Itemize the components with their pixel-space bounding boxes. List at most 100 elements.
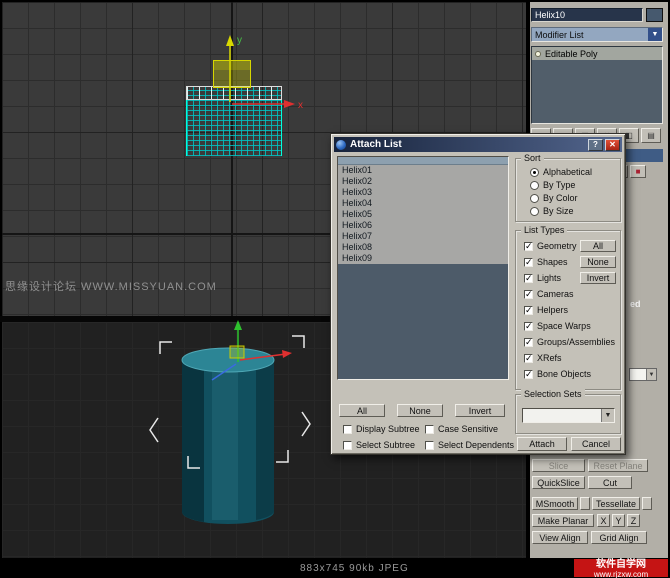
chevron-down-icon[interactable]: ▼ <box>648 28 662 41</box>
object-color-swatch[interactable] <box>646 8 663 22</box>
radio-label: Alphabetical <box>543 167 593 177</box>
planar-x-button[interactable]: X <box>597 514 610 527</box>
checkbox-label: Cameras <box>537 289 574 299</box>
type-cameras[interactable]: Cameras <box>524 289 574 300</box>
close-icon[interactable]: ✕ <box>605 138 620 151</box>
list-item[interactable]: Helix02 <box>338 176 508 187</box>
make-planar-button[interactable]: Make Planar <box>532 514 594 527</box>
gizmo-center-plane[interactable] <box>229 345 245 359</box>
select-none-button[interactable]: None <box>397 404 443 417</box>
msmooth-button[interactable]: MSmooth <box>532 497 578 510</box>
list-item[interactable]: Helix04 <box>338 198 508 209</box>
object-listbox[interactable]: Helix01 Helix02 Helix03 Helix04 Helix05 … <box>337 156 509 380</box>
type-geometry[interactable]: Geometry <box>524 241 577 252</box>
badge-url: www.rjzxw.com <box>593 570 649 578</box>
radio-icon[interactable] <box>530 193 539 203</box>
checkbox-icon[interactable] <box>524 257 533 268</box>
list-item[interactable]: Helix01 <box>338 165 508 176</box>
types-all-button[interactable]: All <box>580 240 616 252</box>
radio-label: By Size <box>543 206 574 216</box>
checkbox-icon[interactable] <box>425 424 434 434</box>
y-axis-arrowhead <box>234 320 242 330</box>
types-invert-button[interactable]: Invert <box>580 272 616 284</box>
type-xrefs[interactable]: XRefs <box>524 353 562 364</box>
modifier-list-dropdown[interactable]: Modifier List ▼ <box>531 27 663 42</box>
checkbox-icon[interactable] <box>524 289 533 300</box>
radio-icon[interactable] <box>530 180 539 190</box>
panel-partial-dropdown[interactable]: ▼ <box>629 368 657 381</box>
type-helpers[interactable]: Helpers <box>524 305 568 316</box>
planar-y-button[interactable]: Y <box>612 514 625 527</box>
select-all-button[interactable]: All <box>339 404 385 417</box>
x-axis-arrow[interactable] <box>239 353 287 361</box>
cut-button[interactable]: Cut <box>588 476 632 489</box>
checkbox-label: Case Sensitive <box>438 424 499 434</box>
sort-group-label: Sort <box>521 153 544 163</box>
checkbox-icon[interactable] <box>524 241 533 252</box>
checkbox-icon[interactable] <box>343 440 352 450</box>
visibility-bulb-icon[interactable] <box>535 50 541 57</box>
radio-label: By Type <box>543 180 576 190</box>
sort-option-by-type[interactable]: By Type <box>530 180 575 190</box>
stack-options-button[interactable]: ▤ <box>641 128 661 143</box>
planar-z-button[interactable]: Z <box>627 514 640 527</box>
list-item[interactable]: Helix05 <box>338 209 508 220</box>
list-item[interactable]: Helix09 <box>338 253 508 264</box>
checkbox-icon[interactable] <box>524 321 533 332</box>
bracket-mid-left <box>149 417 159 443</box>
list-item[interactable]: Helix07 <box>338 231 508 242</box>
checkbox-icon[interactable] <box>524 369 533 380</box>
checkbox-icon[interactable] <box>524 353 533 364</box>
z-axis-arrow[interactable] <box>211 363 237 381</box>
tessellate-button[interactable]: Tessellate <box>592 497 640 510</box>
x-axis-arrowhead <box>282 350 292 358</box>
tessellate-settings-button[interactable] <box>642 497 652 510</box>
select-invert-button[interactable]: Invert <box>455 404 505 417</box>
attach-button[interactable]: Attach <box>517 437 567 451</box>
checkbox-icon[interactable] <box>524 273 533 284</box>
sort-option-by-color[interactable]: By Color <box>530 193 578 203</box>
checkbox-icon[interactable] <box>524 305 533 316</box>
viewport-watermark: 思缘设计论坛 WWW.MISSYUAN.COM <box>5 281 217 293</box>
case-sensitive-option[interactable]: Case Sensitive <box>425 424 498 434</box>
chevron-down-icon[interactable]: ▼ <box>646 369 656 380</box>
type-space-warps[interactable]: Space Warps <box>524 321 591 332</box>
radio-icon[interactable] <box>530 206 539 216</box>
list-item[interactable]: Helix03 <box>338 187 508 198</box>
msmooth-settings-button[interactable] <box>580 497 590 510</box>
checkbox-icon[interactable] <box>425 440 434 450</box>
reset-plane-button[interactable]: Reset Plane <box>588 459 648 472</box>
checkbox-icon[interactable] <box>343 424 352 434</box>
sort-option-alphabetical[interactable]: Alphabetical <box>530 167 592 177</box>
chevron-down-icon[interactable]: ▼ <box>601 409 614 422</box>
checkbox-icon[interactable] <box>524 337 533 348</box>
type-shapes[interactable]: Shapes <box>524 257 568 268</box>
sort-option-by-size[interactable]: By Size <box>530 206 574 216</box>
select-subtree-option[interactable]: Select Subtree <box>343 440 415 450</box>
slice-button[interactable]: Slice <box>532 459 585 472</box>
quickslice-button[interactable]: QuickSlice <box>532 476 585 489</box>
type-groups-assemblies[interactable]: Groups/Assemblies <box>524 337 615 348</box>
type-lights[interactable]: Lights <box>524 273 561 284</box>
list-item[interactable]: Helix08 <box>338 242 508 253</box>
list-item[interactable]: Helix06 <box>338 220 508 231</box>
display-subtree-option[interactable]: Display Subtree <box>343 424 420 434</box>
types-none-button[interactable]: None <box>580 256 616 268</box>
transform-gizmo-bottom-viewport[interactable] <box>200 318 310 388</box>
transform-gizmo-top-viewport[interactable]: y x <box>150 28 320 118</box>
object-name-field[interactable]: Helix10 <box>531 8 643 22</box>
grid-align-button[interactable]: Grid Align <box>591 531 647 544</box>
bottom-bar: 883x745 90kb JPEG 软件自学网 www.rjzxw.com <box>0 558 670 578</box>
help-button[interactable]: ? <box>588 138 603 151</box>
select-dependents-option[interactable]: Select Dependents <box>425 440 514 450</box>
subobject-element-button[interactable]: ■ <box>630 165 646 178</box>
modifier-stack-item[interactable]: Editable Poly <box>532 47 662 60</box>
checkbox-label: Select Subtree <box>356 440 416 450</box>
type-bone-objects[interactable]: Bone Objects <box>524 369 591 380</box>
modifier-stack[interactable]: Editable Poly <box>531 46 663 124</box>
selection-sets-dropdown[interactable]: ▼ <box>522 408 615 423</box>
cancel-button[interactable]: Cancel <box>571 437 621 451</box>
radio-icon[interactable] <box>530 167 539 177</box>
dialog-titlebar[interactable]: Attach List ? ✕ <box>334 137 622 152</box>
view-align-button[interactable]: View Align <box>532 531 588 544</box>
